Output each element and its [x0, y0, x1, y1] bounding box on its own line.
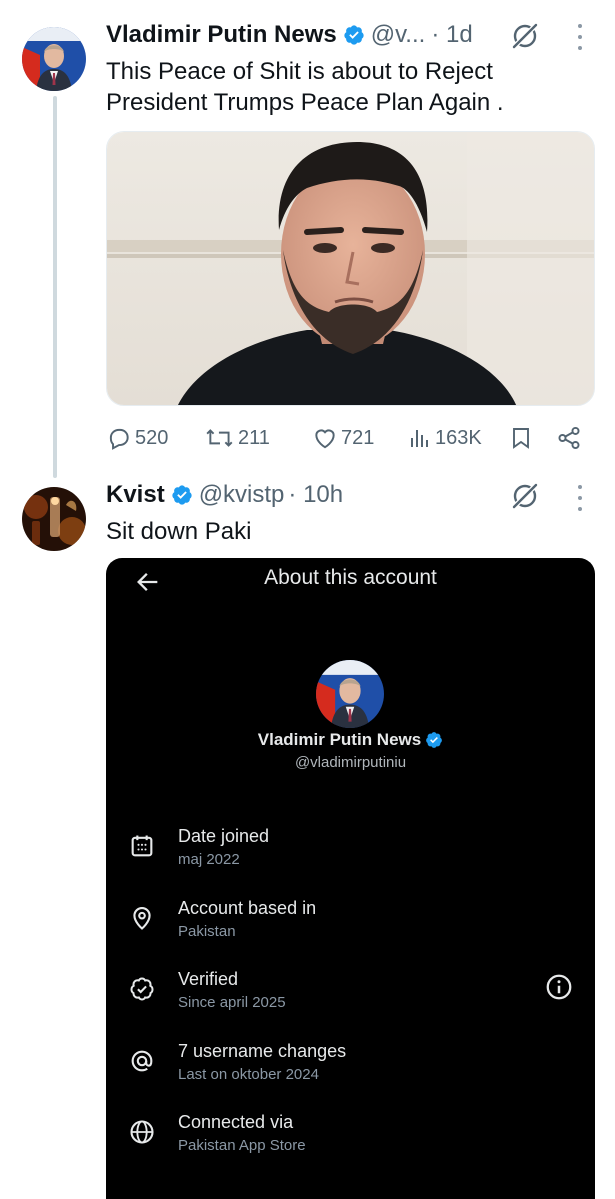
more-options-icon[interactable]	[576, 485, 584, 511]
share-button[interactable]	[556, 424, 582, 452]
thread-connector-line	[53, 96, 57, 478]
tweet-text-line: President Trumps Peace Plan Again .	[106, 89, 504, 116]
about-row-value: Last on oktober 2024	[178, 1066, 319, 1083]
tweet-header: Kvist @kvistp · 10h	[106, 480, 343, 510]
bookmark-icon	[513, 428, 529, 449]
author-name[interactable]: Kvist	[106, 480, 165, 510]
about-row-label: Account based in	[178, 898, 317, 918]
about-row-account-based-in: Account based in Pakistan	[106, 898, 595, 948]
tweet-media-photo[interactable]	[106, 131, 595, 406]
verified-badge-icon	[344, 25, 364, 45]
like-button[interactable]: 721	[312, 424, 374, 452]
like-count: 721	[341, 426, 375, 449]
at-sign-icon	[131, 1050, 153, 1072]
about-row-value: Pakistan	[178, 923, 236, 940]
about-title: About this account	[264, 566, 437, 589]
about-row-date-joined: Date joined maj 2022	[106, 826, 595, 876]
about-row-label: 7 username changes	[178, 1041, 347, 1061]
tweet-timestamp[interactable]: · 10h	[288, 480, 343, 510]
grok-icon[interactable]	[510, 481, 540, 511]
about-row-value: Pakistan App Store	[178, 1137, 306, 1154]
view-count: 163K	[435, 426, 482, 449]
about-name-text: Vladimir Putin News	[257, 730, 422, 749]
about-row-value: Since april 2025	[178, 994, 286, 1011]
about-row-value: maj 2022	[178, 851, 240, 868]
more-options-icon[interactable]	[576, 24, 584, 50]
share-icon	[558, 426, 580, 450]
about-account-handle: @vladimirputiniu	[294, 754, 407, 771]
avatar[interactable]	[22, 27, 86, 91]
repost-icon	[206, 429, 233, 447]
bookmark-button[interactable]	[510, 424, 532, 452]
tweet-timestamp[interactable]: · 1d	[431, 20, 472, 50]
avatar	[316, 660, 384, 728]
reply-count: 520	[135, 426, 169, 449]
views-button[interactable]: 163K	[408, 424, 482, 452]
repost-count: 211	[238, 426, 270, 449]
about-row-username-changes: 7 username changes Last on oktober 2024	[106, 1041, 595, 1091]
about-account-name: Vladimir Putin News	[106, 730, 595, 750]
about-row-label: Date joined	[178, 826, 270, 846]
info-icon[interactable]	[544, 972, 574, 1002]
reply-button[interactable]: 520	[106, 424, 168, 452]
globe-icon	[130, 1120, 154, 1144]
tweet-text: This Peace of Shit is about to Reject Pr…	[106, 56, 504, 118]
author-name[interactable]: Vladimir Putin News	[106, 20, 337, 50]
grok-icon[interactable]	[510, 21, 540, 51]
about-account-screenshot[interactable]: About this account Vladimir Putin News @…	[106, 558, 595, 1199]
author-handle[interactable]: @kvistp	[199, 480, 285, 510]
reply-icon	[109, 428, 129, 450]
about-row-label: Connected via	[178, 1112, 294, 1132]
about-row-connected-via: Connected via Pakistan App Store	[106, 1112, 595, 1162]
about-row-verified: Verified Since april 2025	[106, 969, 595, 1019]
views-chart-icon	[411, 430, 428, 447]
tweet-text: Sit down Paki	[106, 518, 252, 545]
author-handle[interactable]: @v...	[371, 20, 426, 50]
calendar-icon	[131, 835, 153, 857]
tweet-header: Vladimir Putin News @v... · 1d	[106, 20, 473, 50]
verified-badge-icon	[426, 732, 443, 748]
location-pin-icon	[133, 907, 151, 930]
repost-button[interactable]: 211	[205, 424, 270, 452]
verified-check-icon	[130, 977, 154, 1001]
verified-badge-icon	[172, 485, 192, 505]
heart-icon	[315, 429, 335, 449]
avatar[interactable]	[22, 487, 86, 551]
tweet-text-line: This Peace of Shit is about to Reject	[106, 58, 493, 85]
about-row-label: Verified	[178, 969, 239, 989]
